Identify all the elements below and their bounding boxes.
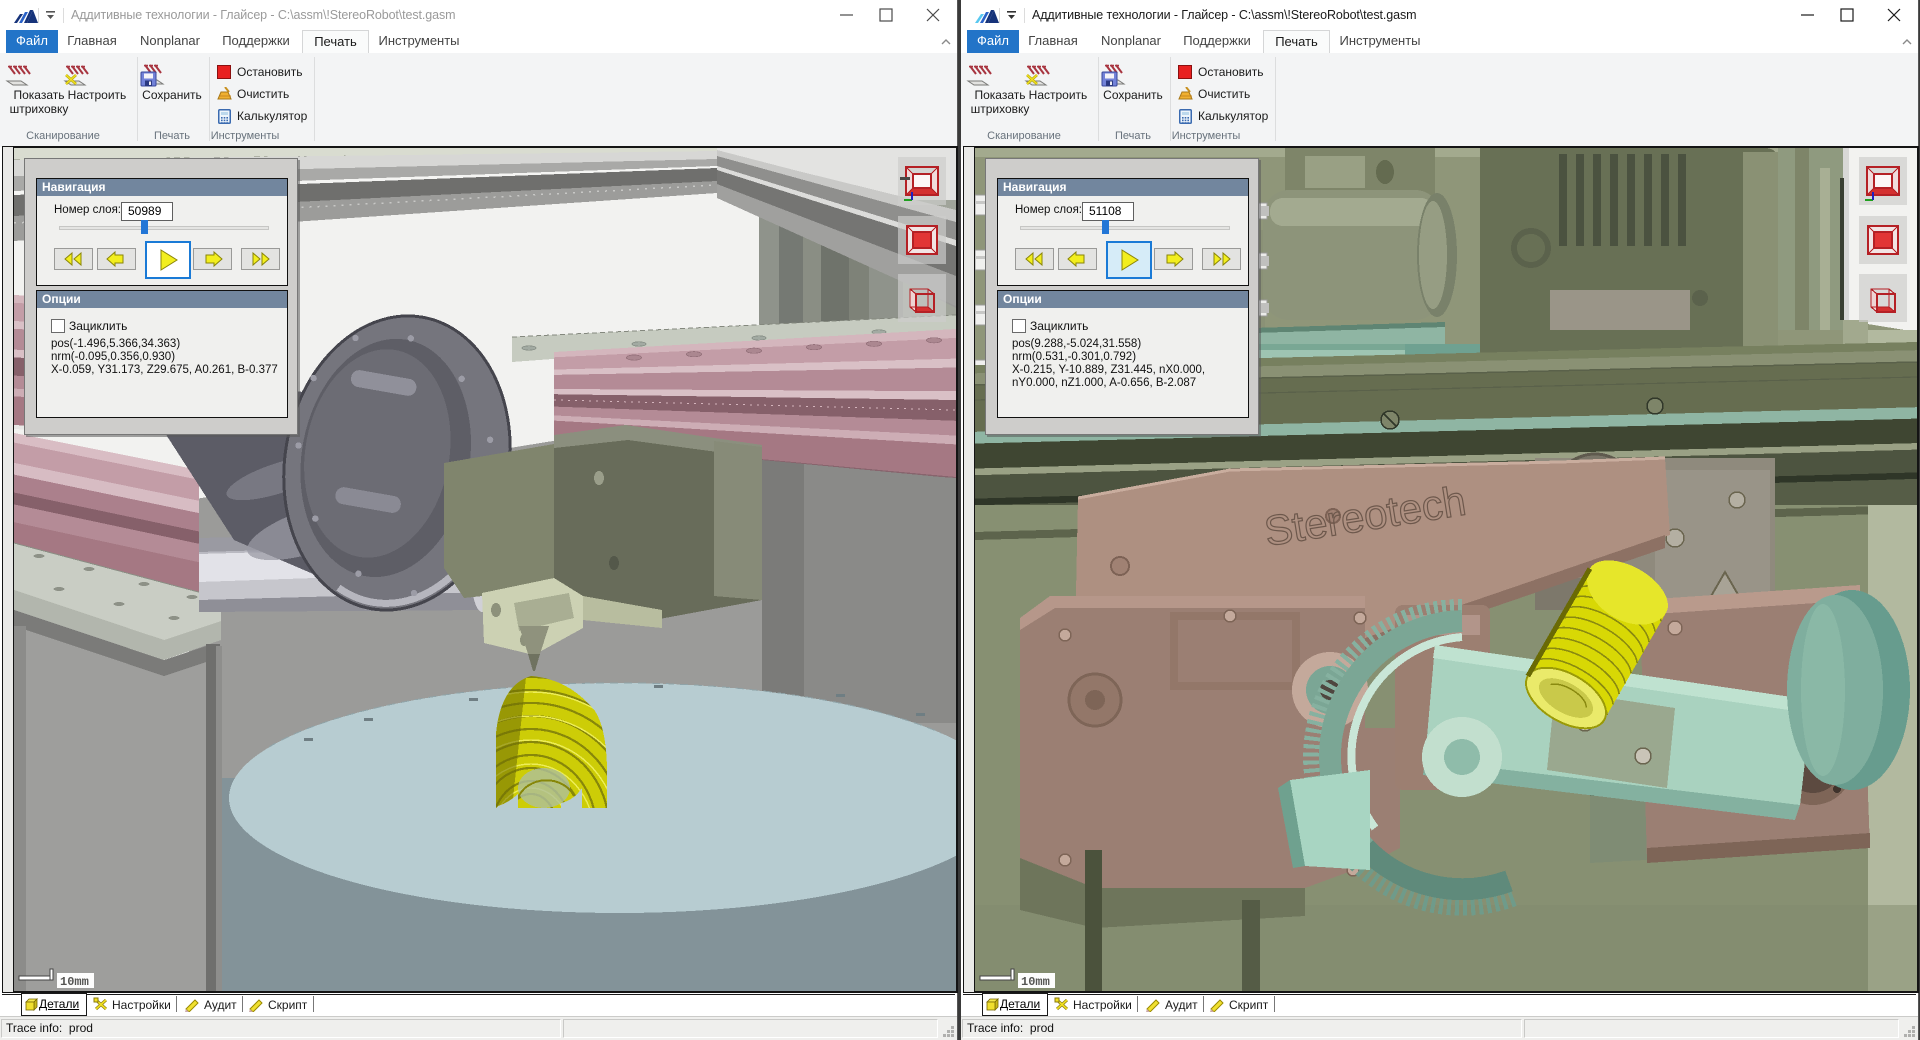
svg-text:10mm: 10mm bbox=[1021, 975, 1050, 989]
svg-text:10mm: 10mm bbox=[60, 975, 89, 989]
